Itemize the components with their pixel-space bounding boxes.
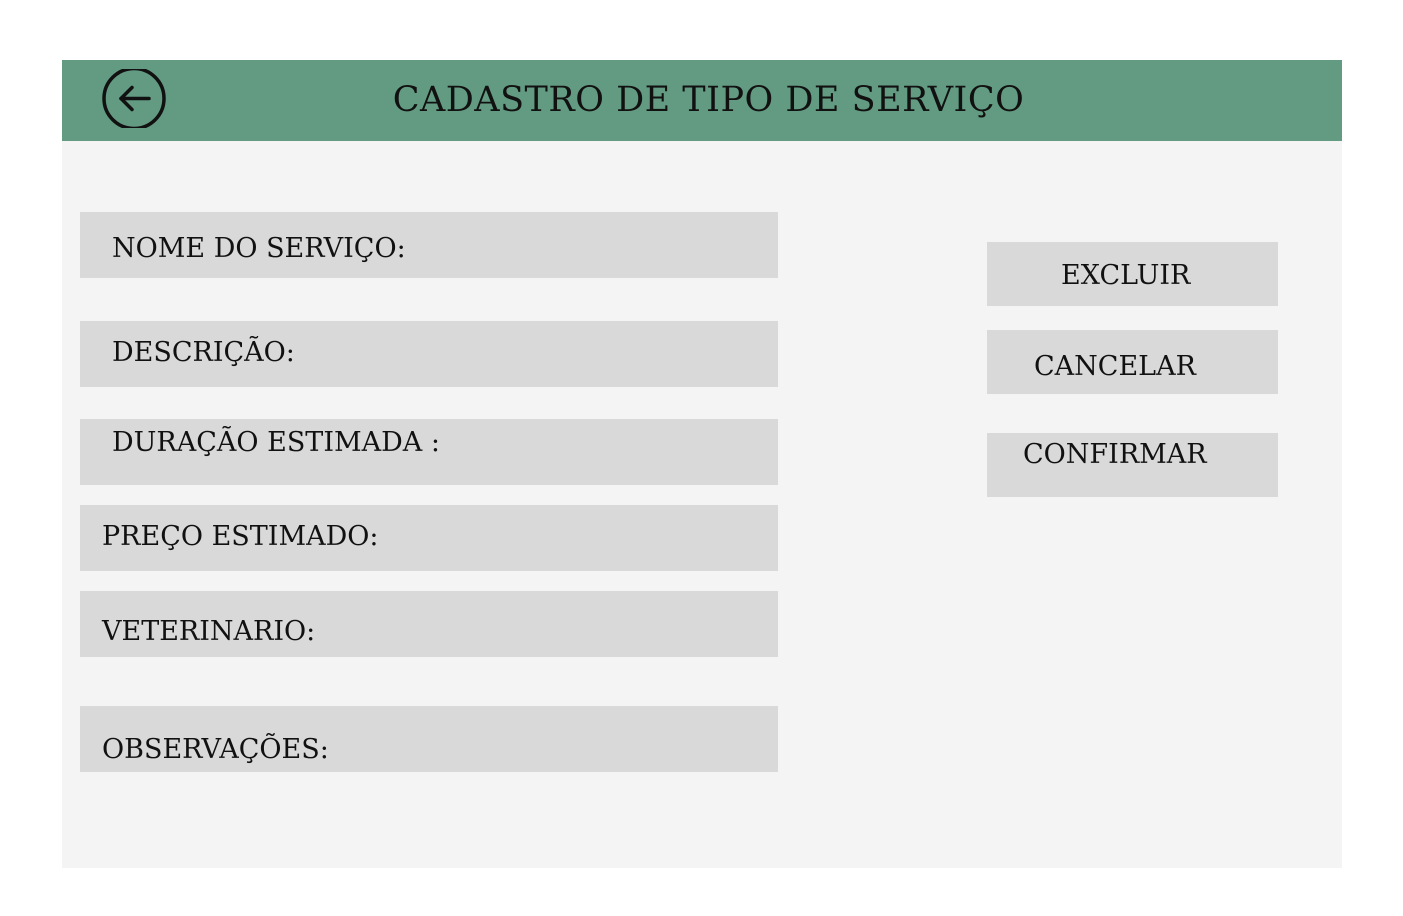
description-field[interactable]: DESCRIÇÃO:	[80, 321, 778, 387]
form-panel: CADASTRO DE TIPO DE SERVIÇO NOME DO SERV…	[62, 60, 1342, 868]
page-title: CADASTRO DE TIPO DE SERVIÇO	[392, 80, 1025, 120]
confirm-button[interactable]: CONFIRMAR	[987, 433, 1278, 497]
field-label: OBSERVAÇÕES:	[102, 734, 329, 765]
estimated-price-field[interactable]: PREÇO ESTIMADO:	[80, 505, 778, 571]
estimated-duration-field[interactable]: DURAÇÃO ESTIMADA :	[80, 419, 778, 485]
field-label: DESCRIÇÃO:	[112, 337, 295, 368]
veterinarian-field[interactable]: VETERINARIO:	[80, 591, 778, 657]
field-label: NOME DO SERVIÇO:	[112, 233, 406, 264]
field-label: DURAÇÃO ESTIMADA :	[112, 427, 440, 458]
field-label: VETERINARIO:	[102, 616, 316, 647]
header-bar: CADASTRO DE TIPO DE SERVIÇO	[62, 60, 1342, 141]
confirm-button-label: CONFIRMAR	[1023, 439, 1207, 470]
delete-button-label: EXCLUIR	[1061, 260, 1191, 291]
delete-button[interactable]: EXCLUIR	[987, 242, 1278, 306]
cancel-button-label: CANCELAR	[1034, 351, 1196, 382]
service-name-field[interactable]: NOME DO SERVIÇO:	[80, 212, 778, 278]
field-label: PREÇO ESTIMADO:	[102, 521, 379, 552]
cancel-button[interactable]: CANCELAR	[987, 330, 1278, 394]
observations-field[interactable]: OBSERVAÇÕES:	[80, 706, 778, 772]
